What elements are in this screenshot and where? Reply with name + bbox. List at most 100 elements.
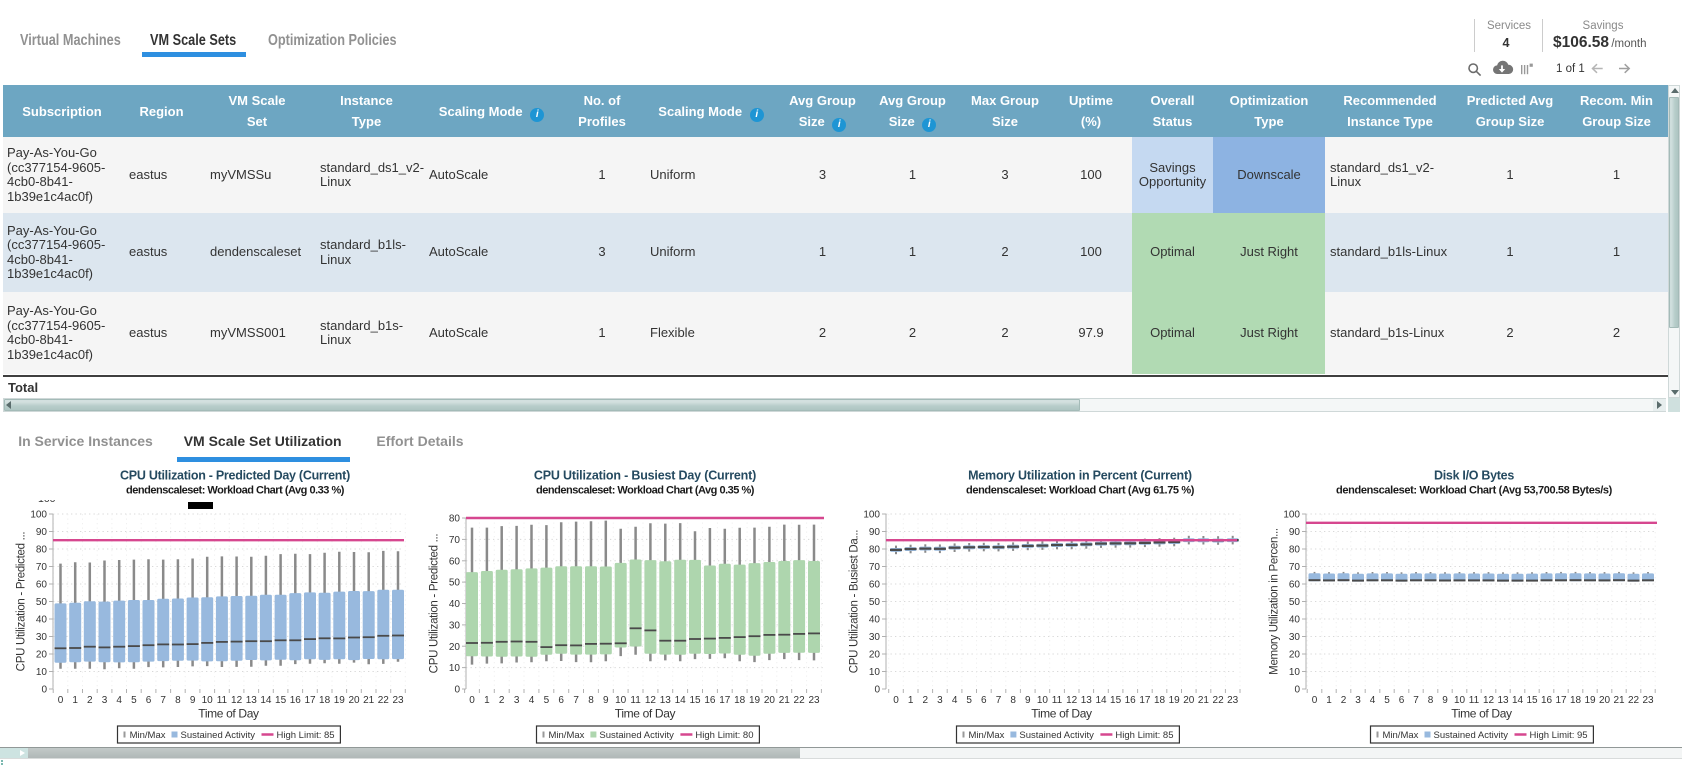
svg-text:17: 17 xyxy=(304,695,316,706)
svg-text:Time of Day: Time of Day xyxy=(1031,707,1092,721)
svg-text:Time of Day: Time of Day xyxy=(198,707,259,721)
svg-text:20: 20 xyxy=(36,650,48,661)
svg-text:21: 21 xyxy=(1613,695,1625,706)
svg-text:0: 0 xyxy=(874,685,880,696)
svg-text:5: 5 xyxy=(966,695,972,706)
svg-text:50: 50 xyxy=(36,597,48,608)
svg-text:30: 30 xyxy=(36,632,48,643)
svg-text:10: 10 xyxy=(36,667,48,678)
svg-text:30: 30 xyxy=(869,632,881,643)
svg-text:2: 2 xyxy=(1341,695,1347,706)
svg-text:High Limit: 85: High Limit: 85 xyxy=(1115,730,1173,741)
svg-text:12: 12 xyxy=(1066,695,1078,706)
svg-text:dendenscaleset: Workload Chart: dendenscaleset: Workload Chart (Avg 0.35… xyxy=(536,484,755,496)
svg-text:10: 10 xyxy=(1454,695,1466,706)
svg-text:19: 19 xyxy=(749,695,761,706)
svg-text:3: 3 xyxy=(1355,695,1361,706)
svg-text:90: 90 xyxy=(869,527,881,538)
svg-text:14: 14 xyxy=(1512,695,1524,706)
svg-text:40: 40 xyxy=(1289,615,1301,626)
svg-text:30: 30 xyxy=(1289,632,1301,643)
svg-text:70: 70 xyxy=(36,562,48,573)
svg-text:9: 9 xyxy=(1442,695,1448,706)
svg-text:7: 7 xyxy=(1413,695,1419,706)
svg-text:20: 20 xyxy=(1599,695,1611,706)
svg-text:17: 17 xyxy=(1139,695,1151,706)
svg-text:60: 60 xyxy=(449,556,461,567)
svg-text:Sustained Activity: Sustained Activity xyxy=(181,730,256,741)
svg-text:8: 8 xyxy=(1010,695,1016,706)
svg-text:7: 7 xyxy=(573,695,579,706)
svg-text:2: 2 xyxy=(499,695,505,706)
svg-text:16: 16 xyxy=(1541,695,1553,706)
svg-text:12: 12 xyxy=(1483,695,1495,706)
svg-text:19: 19 xyxy=(1169,695,1181,706)
svg-text:22: 22 xyxy=(794,695,806,706)
svg-text:80: 80 xyxy=(449,514,461,525)
svg-text:0: 0 xyxy=(469,695,475,706)
svg-text:0: 0 xyxy=(454,685,460,696)
svg-text:16: 16 xyxy=(290,695,302,706)
svg-text:40: 40 xyxy=(36,615,48,626)
svg-text:8: 8 xyxy=(1428,695,1434,706)
svg-text:3: 3 xyxy=(514,695,520,706)
svg-text:15: 15 xyxy=(275,695,287,706)
svg-text:20: 20 xyxy=(348,695,360,706)
svg-text:Memory Utilization in Percent: Memory Utilization in Percent (Current) xyxy=(968,469,1192,483)
svg-text:9: 9 xyxy=(190,695,196,706)
svg-text:3: 3 xyxy=(937,695,943,706)
svg-text:1: 1 xyxy=(1326,695,1332,706)
svg-text:19: 19 xyxy=(1584,695,1596,706)
svg-text:70: 70 xyxy=(1289,562,1301,573)
svg-text:15: 15 xyxy=(1110,695,1122,706)
svg-text:18: 18 xyxy=(734,695,746,706)
svg-text:70: 70 xyxy=(869,562,881,573)
svg-text:2: 2 xyxy=(923,695,929,706)
svg-text:100: 100 xyxy=(863,510,880,521)
svg-text:6: 6 xyxy=(981,695,987,706)
svg-text:1: 1 xyxy=(72,695,78,706)
svg-text:2: 2 xyxy=(87,695,93,706)
svg-text:13: 13 xyxy=(246,695,258,706)
svg-text:80: 80 xyxy=(869,545,881,556)
svg-text:4: 4 xyxy=(529,695,535,706)
svg-text:21: 21 xyxy=(363,695,375,706)
svg-text:4: 4 xyxy=(1370,695,1376,706)
svg-text:CPU Utilization - Predicted Da: CPU Utilization - Predicted Day (Current… xyxy=(120,469,350,483)
svg-text:17: 17 xyxy=(719,695,731,706)
svg-text:High Limit: 85: High Limit: 85 xyxy=(277,730,335,741)
svg-text:60: 60 xyxy=(869,580,881,591)
svg-text:5: 5 xyxy=(1384,695,1390,706)
svg-text:5: 5 xyxy=(131,695,137,706)
svg-text:15: 15 xyxy=(1526,695,1538,706)
svg-text:High Limit: 95: High Limit: 95 xyxy=(1530,730,1588,741)
svg-text:7: 7 xyxy=(996,695,1002,706)
svg-text:21: 21 xyxy=(779,695,791,706)
svg-text:Min/Max: Min/Max xyxy=(969,730,1005,741)
svg-text:20: 20 xyxy=(449,642,461,653)
svg-text:13: 13 xyxy=(1081,695,1093,706)
svg-text:21: 21 xyxy=(1198,695,1210,706)
svg-text:16: 16 xyxy=(704,695,716,706)
svg-text:Sustained Activity: Sustained Activity xyxy=(1019,730,1094,741)
svg-text:20: 20 xyxy=(1183,695,1195,706)
svg-text:80: 80 xyxy=(1289,545,1301,556)
svg-text:8: 8 xyxy=(175,695,181,706)
svg-text:1: 1 xyxy=(484,695,490,706)
svg-text:4: 4 xyxy=(116,695,122,706)
svg-text:Min/Max: Min/Max xyxy=(130,730,166,741)
svg-text:10: 10 xyxy=(869,667,881,678)
svg-text:19: 19 xyxy=(334,695,346,706)
svg-text:23: 23 xyxy=(392,695,404,706)
svg-text:14: 14 xyxy=(675,695,687,706)
svg-text:16: 16 xyxy=(1125,695,1137,706)
svg-text:70: 70 xyxy=(449,535,461,546)
svg-text:6: 6 xyxy=(1399,695,1405,706)
svg-text:CPU Utilization - Busiest Da..: CPU Utilization - Busiest Da... xyxy=(849,530,861,674)
svg-text:Min/Max: Min/Max xyxy=(549,730,585,741)
svg-text:18: 18 xyxy=(1570,695,1582,706)
svg-text:40: 40 xyxy=(449,599,461,610)
svg-text:CPU Utilization - Busiest Day: CPU Utilization - Busiest Day (Current) xyxy=(534,469,756,483)
svg-text:50: 50 xyxy=(449,578,461,589)
svg-text:50: 50 xyxy=(1289,597,1301,608)
